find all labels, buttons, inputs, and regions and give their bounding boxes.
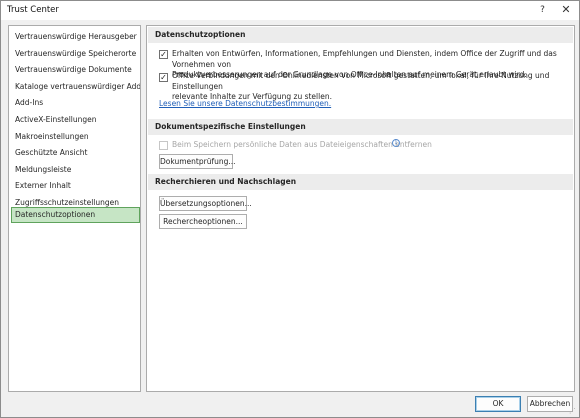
section-header-privacy: Datenschutzoptionen xyxy=(148,27,573,43)
resize-grip-icon[interactable]: ⋰ xyxy=(569,407,578,416)
privacy-options-panel: Datenschutzoptionen ✓ Erhalten von Entwü… xyxy=(146,25,575,392)
help-button[interactable]: ? xyxy=(533,1,552,19)
sidebar-item-privacy-options[interactable]: Datenschutzoptionen xyxy=(11,207,140,223)
translation-options-button[interactable]: Übersetzungsoptionen... xyxy=(159,196,252,211)
window-title: Trust Center xyxy=(7,5,59,15)
document-inspector-button[interactable]: Dokumentprüfung... xyxy=(159,154,236,169)
checkbox-remove-personal-info xyxy=(159,141,168,150)
info-icon: i xyxy=(392,139,400,147)
sidebar-item-macros[interactable]: Makroeinstellungen xyxy=(11,129,140,145)
close-button[interactable]: ✕ xyxy=(553,1,579,19)
sidebar-item-trusted-publishers[interactable]: Vertrauenswürdige Herausgeber xyxy=(11,29,140,45)
sidebar-item-message-bar[interactable]: Meldungsleiste xyxy=(11,162,140,178)
privacy-statement-link[interactable]: Lesen Sie unsere Datenschutzbestimmungen… xyxy=(159,99,331,108)
sidebar-item-trusted-addin-catalogs[interactable]: Kataloge vertrauenswürdiger Add-Ins xyxy=(11,79,140,95)
trust-center-dialog: Trust Center ? ✕ Vertrauenswürdige Herau… xyxy=(0,0,580,418)
ok-button[interactable]: OK xyxy=(475,396,521,412)
sidebar-item-protected-view[interactable]: Geschützte Ansicht xyxy=(11,145,140,161)
option-office-content-services-line1: Erhalten von Entwürfen, Informationen, E… xyxy=(172,49,557,69)
sidebar-item-trusted-documents[interactable]: Vertrauenswürdige Dokumente xyxy=(11,62,140,78)
option-online-services-line1: Office Verbindungen mit den Onlinedienst… xyxy=(172,71,550,91)
title-bar: Trust Center ? ✕ xyxy=(1,1,579,20)
sidebar-item-activex[interactable]: ActiveX-Einstellungen xyxy=(11,112,140,128)
section-header-research: Recherchieren und Nachschlagen xyxy=(148,174,573,190)
sidebar-item-external-content[interactable]: Externer Inhalt xyxy=(11,178,140,194)
research-options-button[interactable]: Rechercheoptionen... xyxy=(159,214,247,229)
sidebar-item-addins[interactable]: Add-Ins xyxy=(11,95,140,111)
sidebar-item-trusted-locations[interactable]: Vertrauenswürdige Speicherorte xyxy=(11,46,140,62)
sidebar-nav: Vertrauenswürdige Herausgeber Vertrauens… xyxy=(8,25,141,392)
option-online-services-label: Office Verbindungen mit den Onlinedienst… xyxy=(172,71,572,103)
section-header-document-specific: Dokumentspezifische Einstellungen xyxy=(148,119,573,135)
checkbox-office-content-services[interactable]: ✓ xyxy=(159,50,168,59)
checkbox-online-services[interactable]: ✓ xyxy=(159,73,168,82)
cancel-button[interactable]: Abbrechen xyxy=(527,396,573,412)
